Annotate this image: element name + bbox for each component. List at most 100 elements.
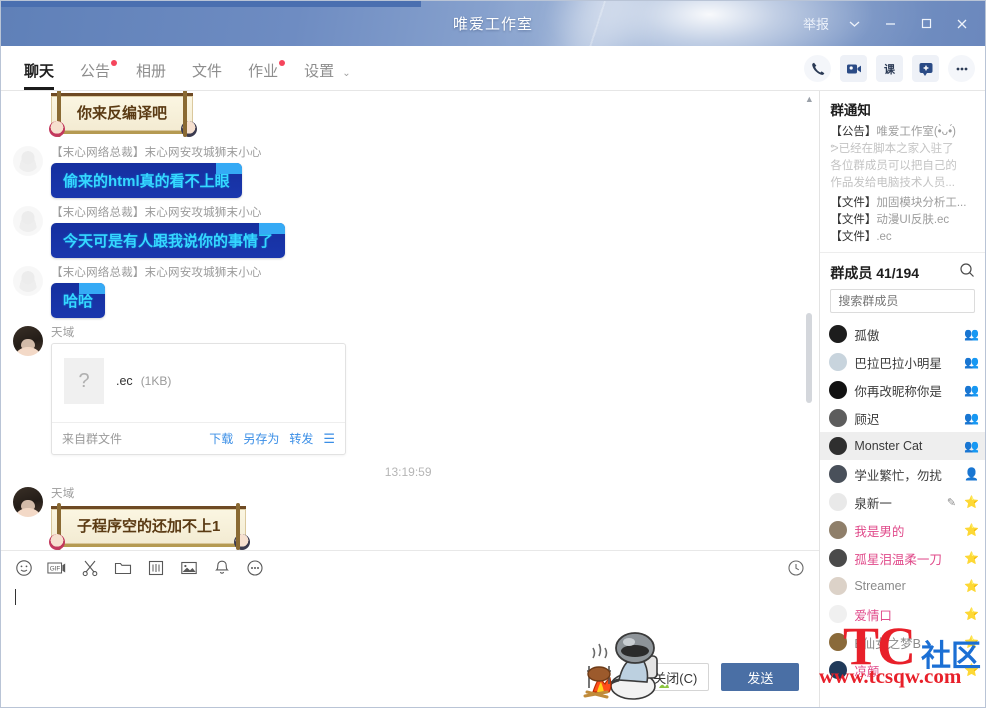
tab-album[interactable]: 相册	[123, 60, 179, 90]
composer: GIF 关闭(C) 发送	[1, 550, 820, 707]
avatar	[829, 465, 848, 483]
member-row[interactable]: 学业繁忙，勿扰 👤	[820, 460, 985, 488]
notice-line-file[interactable]: 【文件】加固模块分析工...	[830, 195, 975, 212]
group-notice-title: 群通知	[830, 103, 871, 118]
avatar	[829, 605, 848, 623]
member-row[interactable]: 爱情口 ⭐	[820, 600, 985, 628]
tab-files[interactable]: 文件	[179, 60, 235, 90]
message-input[interactable]	[1, 585, 819, 655]
emoji-icon[interactable]	[13, 557, 35, 579]
tab-announcement[interactable]: 公告	[67, 60, 123, 90]
message-timestamp: 13:19:59	[384, 465, 432, 479]
unknown-file-icon: ?	[64, 358, 104, 404]
member-row[interactable]: 巴拉巴拉小明星 👥	[820, 348, 985, 376]
avatar	[829, 633, 848, 651]
class-icon[interactable]: 课	[876, 55, 903, 82]
scrollbar-thumb[interactable]	[806, 313, 813, 403]
member-role-icon: 👥	[964, 383, 979, 397]
shake-bell-icon[interactable]	[211, 557, 233, 579]
file-saveas-link[interactable]: 另存为	[243, 430, 279, 447]
maximize-icon[interactable]	[909, 8, 943, 40]
member-row[interactable]: 凉颜 ⭐	[820, 656, 985, 684]
member-row[interactable]: B仙女之梦B ⭐	[820, 628, 985, 656]
tab-chat[interactable]: 聊天	[11, 60, 67, 90]
chevron-down-icon: ⌄	[342, 68, 351, 79]
avatar[interactable]	[13, 326, 43, 356]
message-bubble-scroll: 你来反编译吧	[49, 91, 198, 137]
file-card-body: ? .ec (1KB)	[52, 344, 345, 422]
file-card[interactable]: ? .ec (1KB) 来自群文件 下载 另存为 转发 ☰	[51, 343, 346, 455]
avatar[interactable]	[13, 487, 43, 517]
member-row[interactable]: 孤傲 👥	[820, 320, 985, 348]
member-role-icon: 👥	[964, 327, 979, 341]
chevron-down-icon[interactable]	[837, 8, 871, 40]
code-snippet-icon[interactable]	[145, 557, 167, 579]
member-role-icon: 👤	[964, 467, 979, 481]
more-icon[interactable]	[948, 55, 975, 82]
svg-text:GIF: GIF	[50, 566, 61, 573]
message-list[interactable]: 你来反编译吧 【末心网络总裁】末心网安攻城狮末小心 偷来的html真的看不上眼	[1, 91, 820, 551]
group-notice-panel[interactable]: 群通知 【公告】唯爱工作室(•̀ᴗ•́) ᕗ已经在脚本之家入驻了 各位群成员可以…	[820, 91, 985, 253]
file-folder-icon[interactable]	[112, 557, 134, 579]
member-role-icon: ⭐	[964, 607, 979, 621]
avatar[interactable]	[13, 266, 43, 296]
member-row[interactable]: 我是男的 ⭐	[820, 516, 985, 544]
avatar	[829, 661, 848, 679]
scroll-up-arrow-icon[interactable]: ▲	[804, 93, 814, 105]
composer-toolbar: GIF	[1, 551, 819, 585]
title-bar: 唯爱工作室 举报	[1, 1, 985, 46]
more-tools-icon[interactable]	[244, 557, 266, 579]
avatar[interactable]	[13, 146, 43, 176]
search-icon[interactable]	[959, 262, 975, 283]
member-row[interactable]: 孤星泪温柔一刀 ⭐	[820, 544, 985, 572]
chat-message-file: 天域 ? .ec (1KB) 来自群文件 下载 另存为 转发 ☰	[9, 324, 807, 455]
chibi-right-icon	[181, 121, 198, 137]
avatar	[829, 549, 848, 567]
image-icon[interactable]	[178, 557, 200, 579]
send-button[interactable]: 发送	[721, 663, 800, 691]
avatar	[829, 493, 848, 511]
member-role-icon: ⭐	[964, 551, 979, 565]
add-app-icon[interactable]	[912, 55, 939, 82]
file-forward-link[interactable]: 转发	[289, 430, 313, 447]
member-row[interactable]: Streamer ⭐	[820, 572, 985, 600]
chat-message: 【末心网络总裁】末心网安攻城狮末小心 今天可是有人跟我说你的事情了	[9, 204, 807, 258]
phone-call-icon[interactable]	[804, 55, 831, 82]
member-row-selected[interactable]: Monster Cat 👥	[820, 432, 985, 460]
chat-message: 你来反编译吧	[9, 91, 807, 138]
file-download-link[interactable]: 下载	[209, 430, 233, 447]
avatar	[829, 437, 848, 455]
edit-pencil-icon[interactable]: ✎	[947, 496, 956, 509]
member-row[interactable]: 泉新一 ✎ ⭐	[820, 488, 985, 516]
minimize-icon[interactable]	[873, 8, 907, 40]
chat-history-clock-icon[interactable]	[785, 557, 807, 579]
list-menu-icon[interactable]: ☰	[323, 431, 335, 447]
notice-line[interactable]: 【公告】唯爱工作室(•̀ᴗ•́)	[830, 124, 975, 141]
notice-line-file[interactable]: 【文件】.ec	[830, 229, 975, 246]
notice-line-file[interactable]: 【文件】动漫UI反肤.ec	[830, 212, 975, 229]
video-call-icon[interactable]	[840, 55, 867, 82]
gif-icon[interactable]: GIF	[46, 557, 68, 579]
composer-buttons: 关闭(C) 发送	[1, 632, 819, 707]
search-members-input[interactable]	[830, 289, 975, 313]
close-button[interactable]: 关闭(C)	[641, 663, 710, 691]
tab-homework[interactable]: 作业	[235, 60, 291, 90]
avatar[interactable]	[13, 206, 43, 236]
tab-settings[interactable]: 设置 ⌄	[291, 60, 364, 90]
chat-message: 【末心网络总裁】末心网安攻城狮末小心 偷来的html真的看不上眼	[9, 144, 807, 198]
notice-line[interactable]: 作品发给电脑技术人员...	[830, 175, 975, 192]
report-button[interactable]: 举报	[797, 8, 835, 40]
member-row[interactable]: 你再改昵称你是 👥	[820, 376, 985, 404]
member-role-icon: ⭐	[964, 495, 979, 509]
file-name: .ec	[116, 374, 133, 388]
message-sender: 【末心网络总裁】末心网安攻城狮末小心	[51, 267, 262, 279]
avatar	[829, 577, 848, 595]
screenshot-icon[interactable]	[79, 557, 101, 579]
member-list[interactable]: 孤傲 👥 巴拉巴拉小明星 👥 你再改昵称你是 👥 顾迟 👥 Monster Cat 👥 学…	[820, 320, 985, 707]
member-row[interactable]: 顾迟 👥	[820, 404, 985, 432]
notice-line[interactable]: 各位群成员可以把自己的	[830, 158, 975, 175]
message-sender: 【末心网络总裁】末心网安攻城狮末小心	[51, 147, 262, 159]
close-icon[interactable]	[945, 8, 979, 40]
notice-line[interactable]: ᕗ已经在脚本之家入驻了	[830, 141, 975, 158]
message-scrollbar[interactable]: ▲ ▼	[804, 93, 816, 550]
